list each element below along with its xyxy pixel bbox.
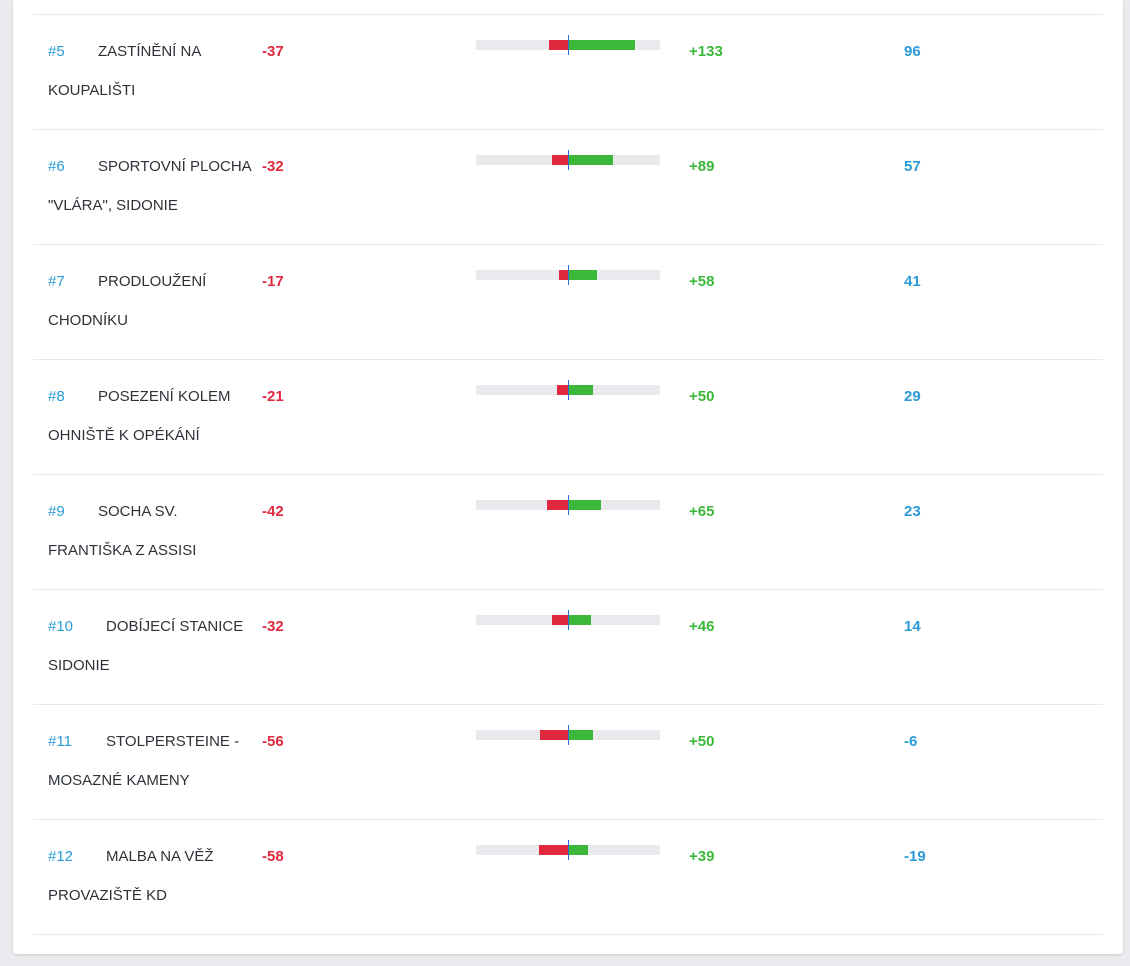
results-card: #5 ZASTÍNĚNÍ NA KOUPALIŠTI -37 +133 96 #6 SPOR…	[13, 0, 1123, 954]
positive-bar	[568, 40, 635, 50]
table-row[interactable]: #6 SPORTOVNÍ PLOCHA "VLÁRA", SIDONIE -32 +8…	[33, 130, 1103, 245]
negative-bar	[557, 385, 568, 395]
negative-votes: -42	[262, 503, 284, 520]
vote-balance-bar	[476, 150, 660, 170]
rank-number: #5	[48, 43, 65, 60]
vote-balance-bar	[476, 35, 660, 55]
rank-number: #11	[48, 733, 72, 750]
table-row[interactable]: #5 ZASTÍNĚNÍ NA KOUPALIŠTI -37 +133 96	[33, 15, 1103, 130]
rank-number: #6	[48, 158, 65, 175]
zero-line	[568, 725, 569, 745]
negative-bar	[549, 40, 568, 50]
zero-line	[568, 610, 569, 630]
vote-balance-bar	[476, 380, 660, 400]
negative-bar	[547, 500, 568, 510]
positive-votes: +39	[689, 848, 715, 865]
positive-bar	[568, 845, 588, 855]
positive-votes: +65	[689, 503, 715, 520]
project-name: #10 DOBÍJECÍ STANICE SIDONIE	[48, 607, 253, 685]
table-row[interactable]: #7 PRODLOUŽENÍ CHODNÍKU -17 +58 41	[33, 245, 1103, 360]
rank-number: #7	[48, 273, 65, 290]
rank-number: #9	[48, 503, 65, 520]
positive-bar	[568, 615, 591, 625]
negative-votes: -21	[262, 388, 284, 405]
zero-line	[568, 840, 569, 860]
vote-balance-bar	[476, 840, 660, 860]
project-name: #11 STOLPERSTEINE - MOSAZNÉ KAMENY	[48, 722, 253, 800]
negative-bar	[559, 270, 568, 280]
total-score: 41	[904, 273, 921, 290]
rank-number: #10	[48, 618, 74, 635]
positive-votes: +133	[689, 43, 723, 60]
positive-bar	[568, 500, 601, 510]
project-name: #9 SOCHA SV. FRANTIŠKA Z ASSISI	[48, 492, 253, 570]
negative-bar	[552, 155, 568, 165]
zero-line	[568, 495, 569, 515]
negative-votes: -56	[262, 733, 284, 750]
table-row[interactable]: #10 DOBÍJECÍ STANICE SIDONIE -32 +46 14	[33, 590, 1103, 705]
total-score: 29	[904, 388, 921, 405]
vote-balance-bar	[476, 610, 660, 630]
negative-bar	[540, 730, 568, 740]
rank-number: #8	[48, 388, 65, 405]
total-score: 23	[904, 503, 921, 520]
positive-bar	[568, 270, 597, 280]
vote-balance-bar	[476, 265, 660, 285]
project-name: #6 SPORTOVNÍ PLOCHA "VLÁRA", SIDONIE	[48, 147, 253, 225]
positive-votes: +50	[689, 733, 715, 750]
project-name: #7 PRODLOUŽENÍ CHODNÍKU	[48, 262, 253, 340]
project-name: #12 MALBA NA VĚŽ PROVAZIŠTĚ KD	[48, 837, 253, 915]
negative-votes: -58	[262, 848, 284, 865]
table-row[interactable]: #9 SOCHA SV. FRANTIŠKA Z ASSISI -42 +65 23	[33, 475, 1103, 590]
positive-bar	[568, 730, 593, 740]
zero-line	[568, 35, 569, 55]
negative-votes: -32	[262, 618, 284, 635]
negative-votes: -17	[262, 273, 284, 290]
positive-votes: +46	[689, 618, 715, 635]
zero-line	[568, 380, 569, 400]
zero-line	[568, 265, 569, 285]
vote-balance-bar	[476, 725, 660, 745]
vote-balance-bar	[476, 495, 660, 515]
total-score: 96	[904, 43, 921, 60]
positive-votes: +58	[689, 273, 715, 290]
table-row[interactable]: #12 MALBA NA VĚŽ PROVAZIŠTĚ KD -58 +39 -19	[33, 820, 1103, 935]
positive-bar	[568, 385, 593, 395]
negative-bar	[552, 615, 568, 625]
table-row[interactable]: #11 STOLPERSTEINE - MOSAZNÉ KAMENY -56 +50 -…	[33, 705, 1103, 820]
positive-votes: +50	[689, 388, 715, 405]
negative-votes: -32	[262, 158, 284, 175]
negative-votes: -37	[262, 43, 284, 60]
positive-votes: +89	[689, 158, 715, 175]
total-score: 14	[904, 618, 921, 635]
project-name: #8 POSEZENÍ KOLEM OHNIŠTĚ K OPÉKÁNÍ	[48, 377, 253, 455]
results-list: #5 ZASTÍNĚNÍ NA KOUPALIŠTI -37 +133 96 #6 SPOR…	[33, 14, 1103, 935]
total-score: 57	[904, 158, 921, 175]
table-row[interactable]: #8 POSEZENÍ KOLEM OHNIŠTĚ K OPÉKÁNÍ -21 +50…	[33, 360, 1103, 475]
rank-number: #12	[48, 848, 74, 865]
negative-bar	[539, 845, 568, 855]
zero-line	[568, 150, 569, 170]
total-score: -6	[904, 733, 918, 750]
positive-bar	[568, 155, 613, 165]
project-name: #5 ZASTÍNĚNÍ NA KOUPALIŠTI	[48, 32, 253, 110]
total-score: -19	[904, 848, 926, 865]
